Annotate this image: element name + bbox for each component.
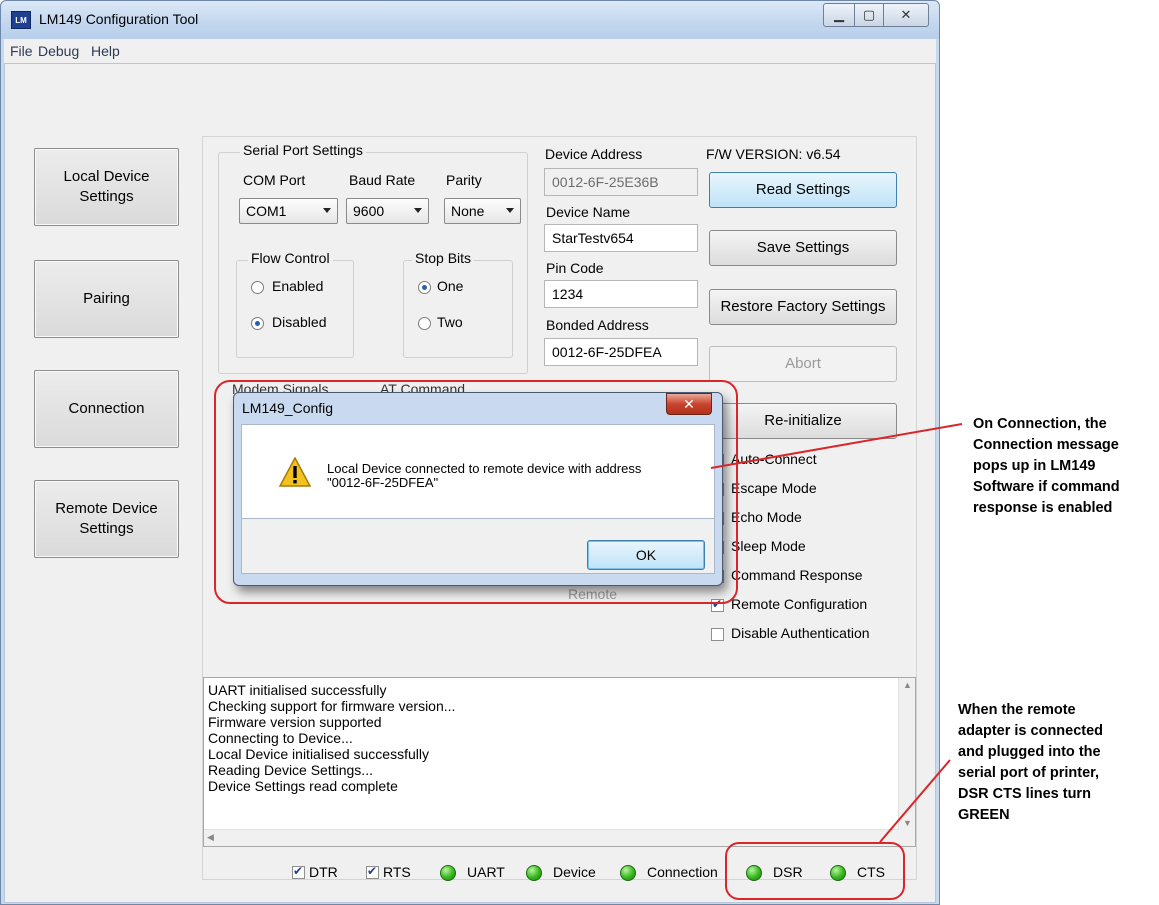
remote-note: When the remote adapter is connected and…: [958, 700, 1158, 826]
connection-note-line: Software if command: [973, 479, 1120, 495]
connection-note-line: response is enabled: [973, 500, 1113, 516]
remote-note-line: GREEN: [958, 807, 1010, 823]
connection-note-line: pops up in LM149: [973, 458, 1096, 474]
remote-note-pointer: [879, 759, 951, 843]
connection-note-line: On Connection, the: [973, 416, 1107, 432]
connection-note-line: Connection message: [973, 437, 1119, 453]
remote-note-line: and plugged into the: [958, 744, 1101, 760]
remote-note-line: When the remote: [958, 702, 1076, 718]
remote-note-line: adapter is connected: [958, 723, 1104, 739]
remote-note-line: DSR CTS lines turn: [958, 786, 1091, 802]
connection-note: On Connection, the Connection message po…: [973, 414, 1153, 519]
connection-note-pointer: [710, 423, 963, 469]
remote-note-line: serial port of printer,: [958, 765, 1099, 781]
